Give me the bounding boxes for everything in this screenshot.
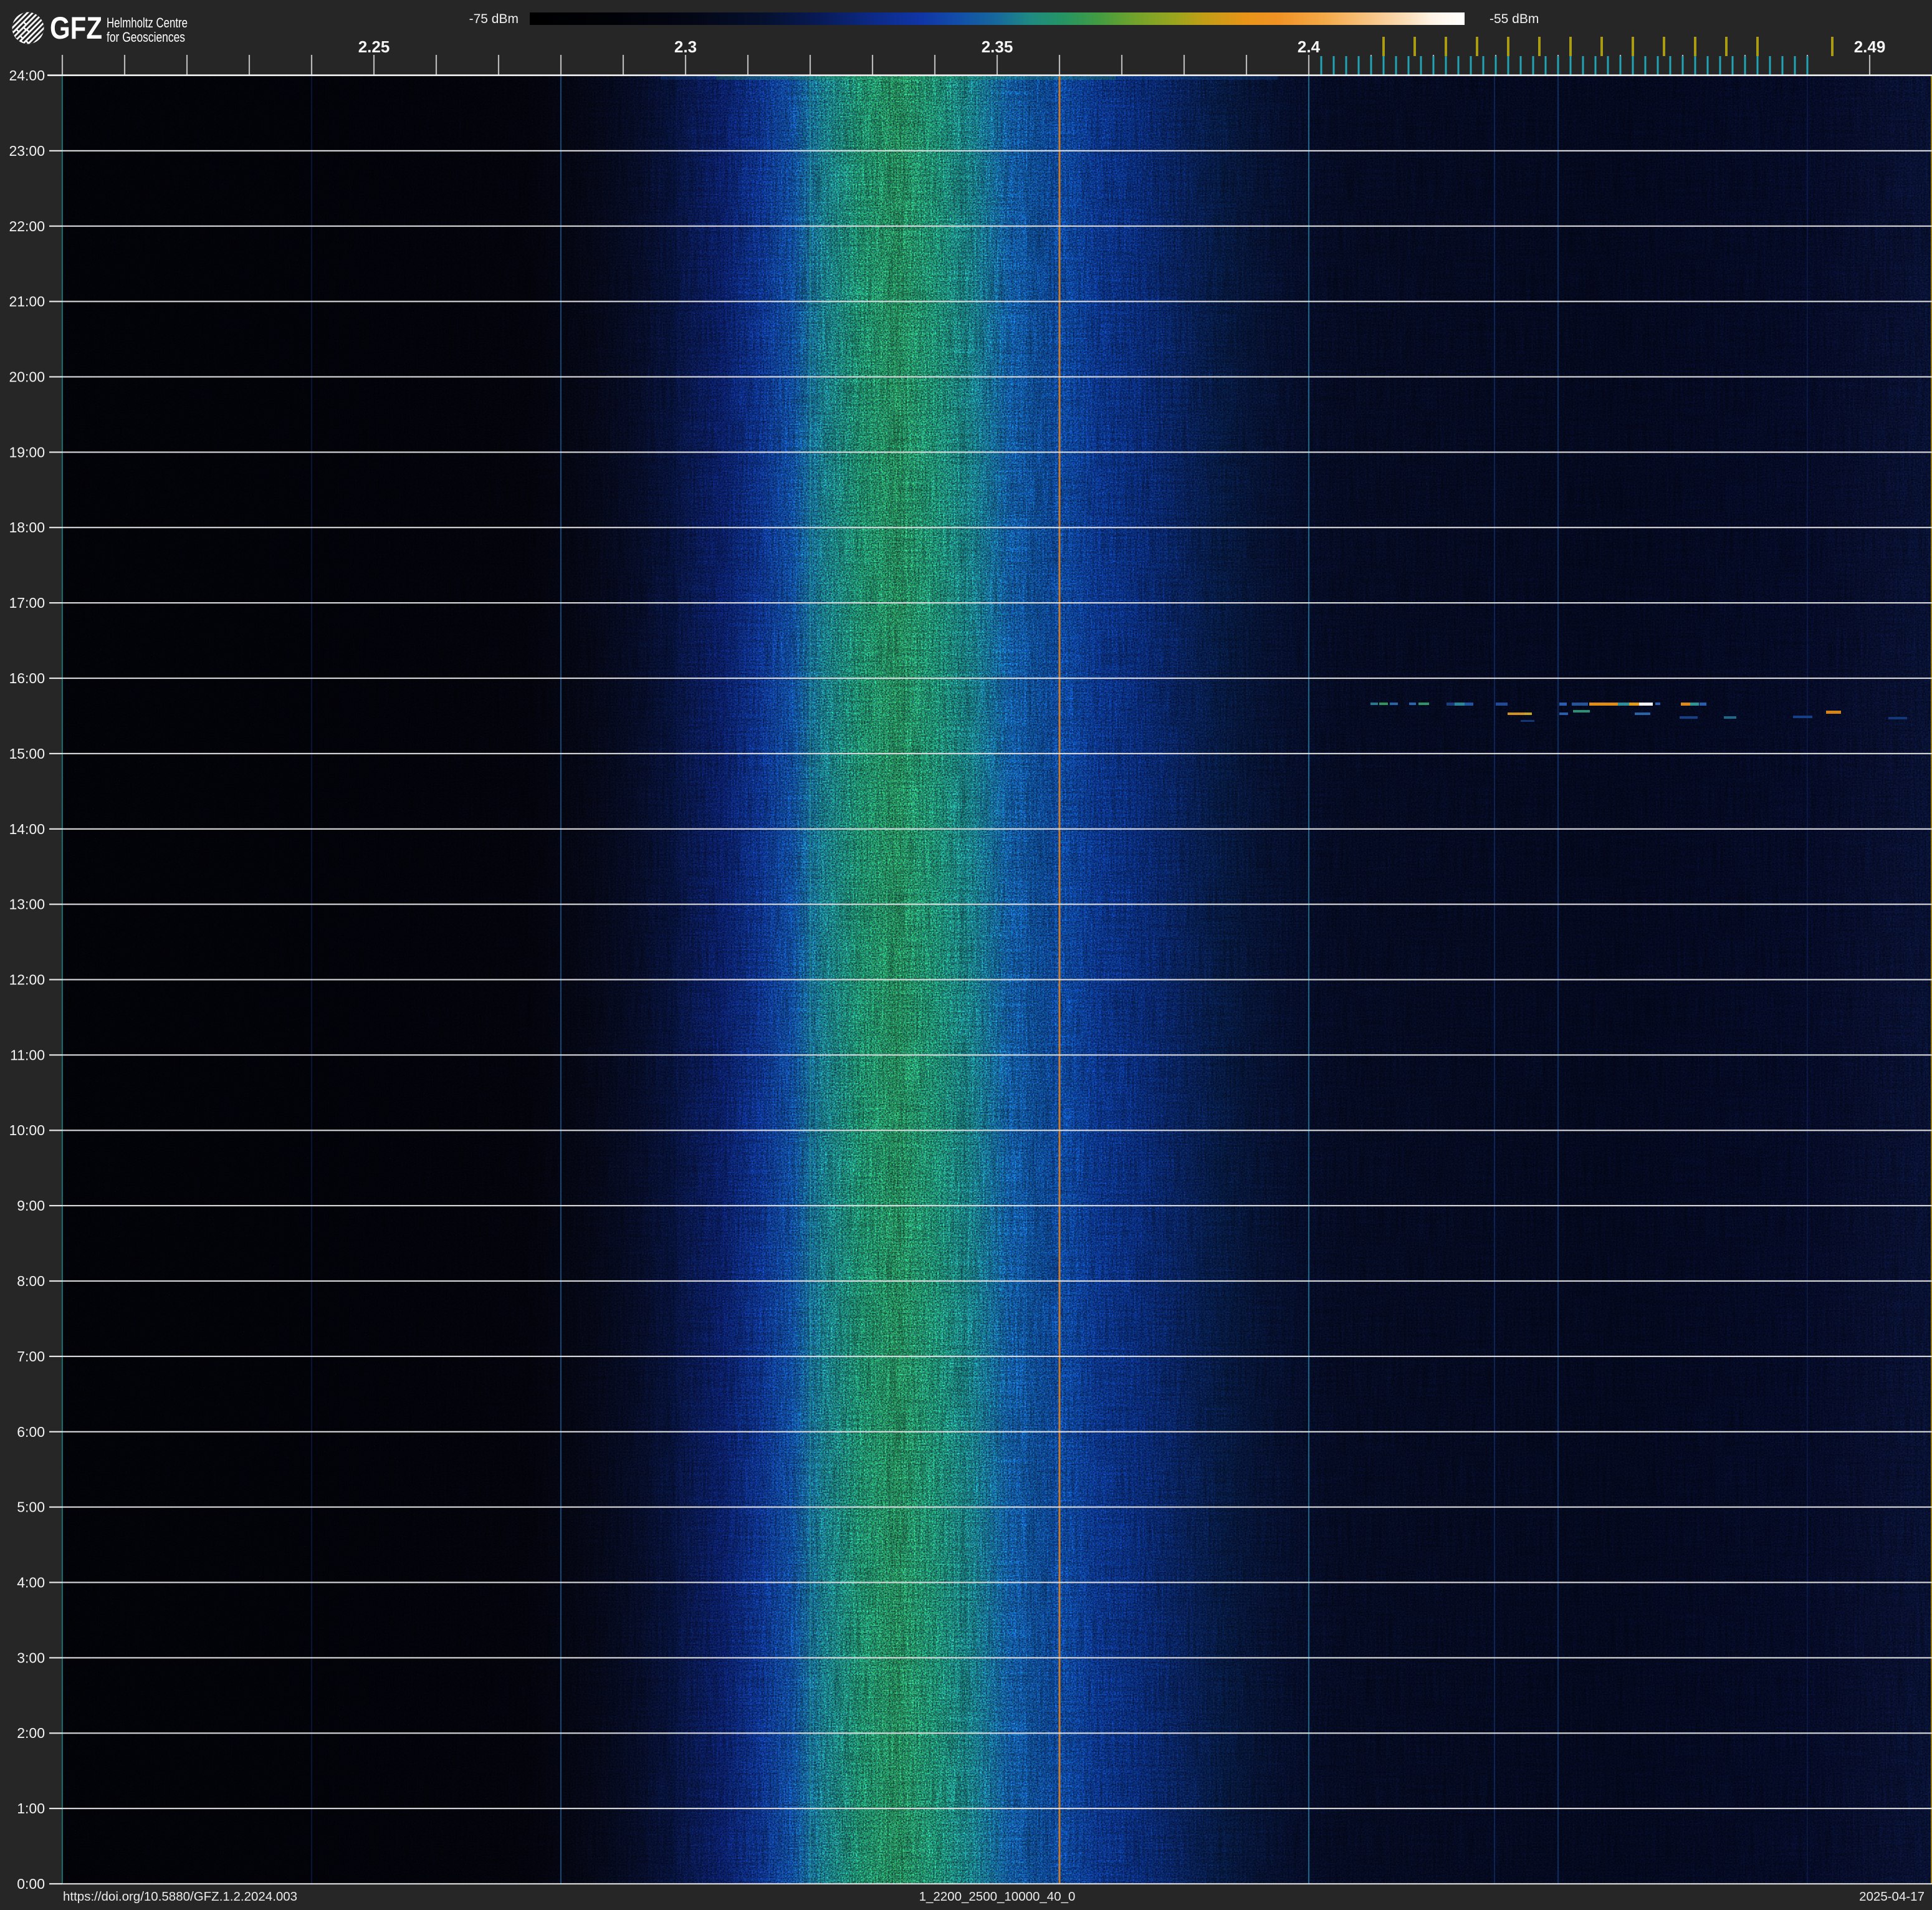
- svg-text:1_2200_2500_10000_40_0: 1_2200_2500_10000_40_0: [919, 1889, 1076, 1904]
- svg-text:for Geosciences: for Geosciences: [107, 29, 185, 45]
- svg-text:13:00: 13:00: [9, 896, 45, 913]
- svg-text:Helmholtz Centre: Helmholtz Centre: [107, 15, 188, 31]
- svg-text:12:00: 12:00: [9, 972, 45, 988]
- svg-text:2.3: 2.3: [674, 37, 697, 56]
- svg-text:20:00: 20:00: [9, 369, 45, 385]
- svg-text:19:00: 19:00: [9, 444, 45, 460]
- svg-text:9:00: 9:00: [17, 1197, 45, 1214]
- svg-text:23:00: 23:00: [9, 143, 45, 159]
- svg-text:6:00: 6:00: [17, 1424, 45, 1440]
- svg-text:14:00: 14:00: [9, 821, 45, 837]
- svg-text:GFZ: GFZ: [50, 11, 102, 46]
- svg-text:5:00: 5:00: [17, 1499, 45, 1515]
- svg-text:10:00: 10:00: [9, 1122, 45, 1138]
- svg-text:2.35: 2.35: [982, 37, 1013, 56]
- svg-text:2025-04-17: 2025-04-17: [1859, 1889, 1925, 1904]
- svg-text:2:00: 2:00: [17, 1725, 45, 1741]
- svg-text:-75 dBm: -75 dBm: [469, 12, 519, 26]
- svg-text:2.49: 2.49: [1854, 37, 1886, 56]
- svg-text:-55 dBm: -55 dBm: [1490, 12, 1539, 26]
- svg-text:24:00: 24:00: [9, 67, 45, 84]
- svg-text:4:00: 4:00: [17, 1575, 45, 1591]
- svg-text:8:00: 8:00: [17, 1273, 45, 1289]
- svg-text:16:00: 16:00: [9, 670, 45, 686]
- svg-text:0:00: 0:00: [17, 1876, 45, 1892]
- svg-text:22:00: 22:00: [9, 218, 45, 234]
- svg-text:7:00: 7:00: [17, 1348, 45, 1365]
- svg-text:11:00: 11:00: [10, 1047, 45, 1063]
- svg-text:21:00: 21:00: [9, 294, 45, 310]
- svg-text:1:00: 1:00: [17, 1800, 45, 1816]
- svg-text:https://doi.org/10.5880/GFZ.1.: https://doi.org/10.5880/GFZ.1.2.2024.003: [63, 1889, 297, 1904]
- svg-text:3:00: 3:00: [17, 1649, 45, 1666]
- svg-text:17:00: 17:00: [9, 595, 45, 611]
- svg-text:15:00: 15:00: [9, 746, 45, 762]
- svg-text:18:00: 18:00: [9, 519, 45, 535]
- svg-text:2.25: 2.25: [358, 37, 390, 56]
- svg-text:2.4: 2.4: [1298, 37, 1321, 56]
